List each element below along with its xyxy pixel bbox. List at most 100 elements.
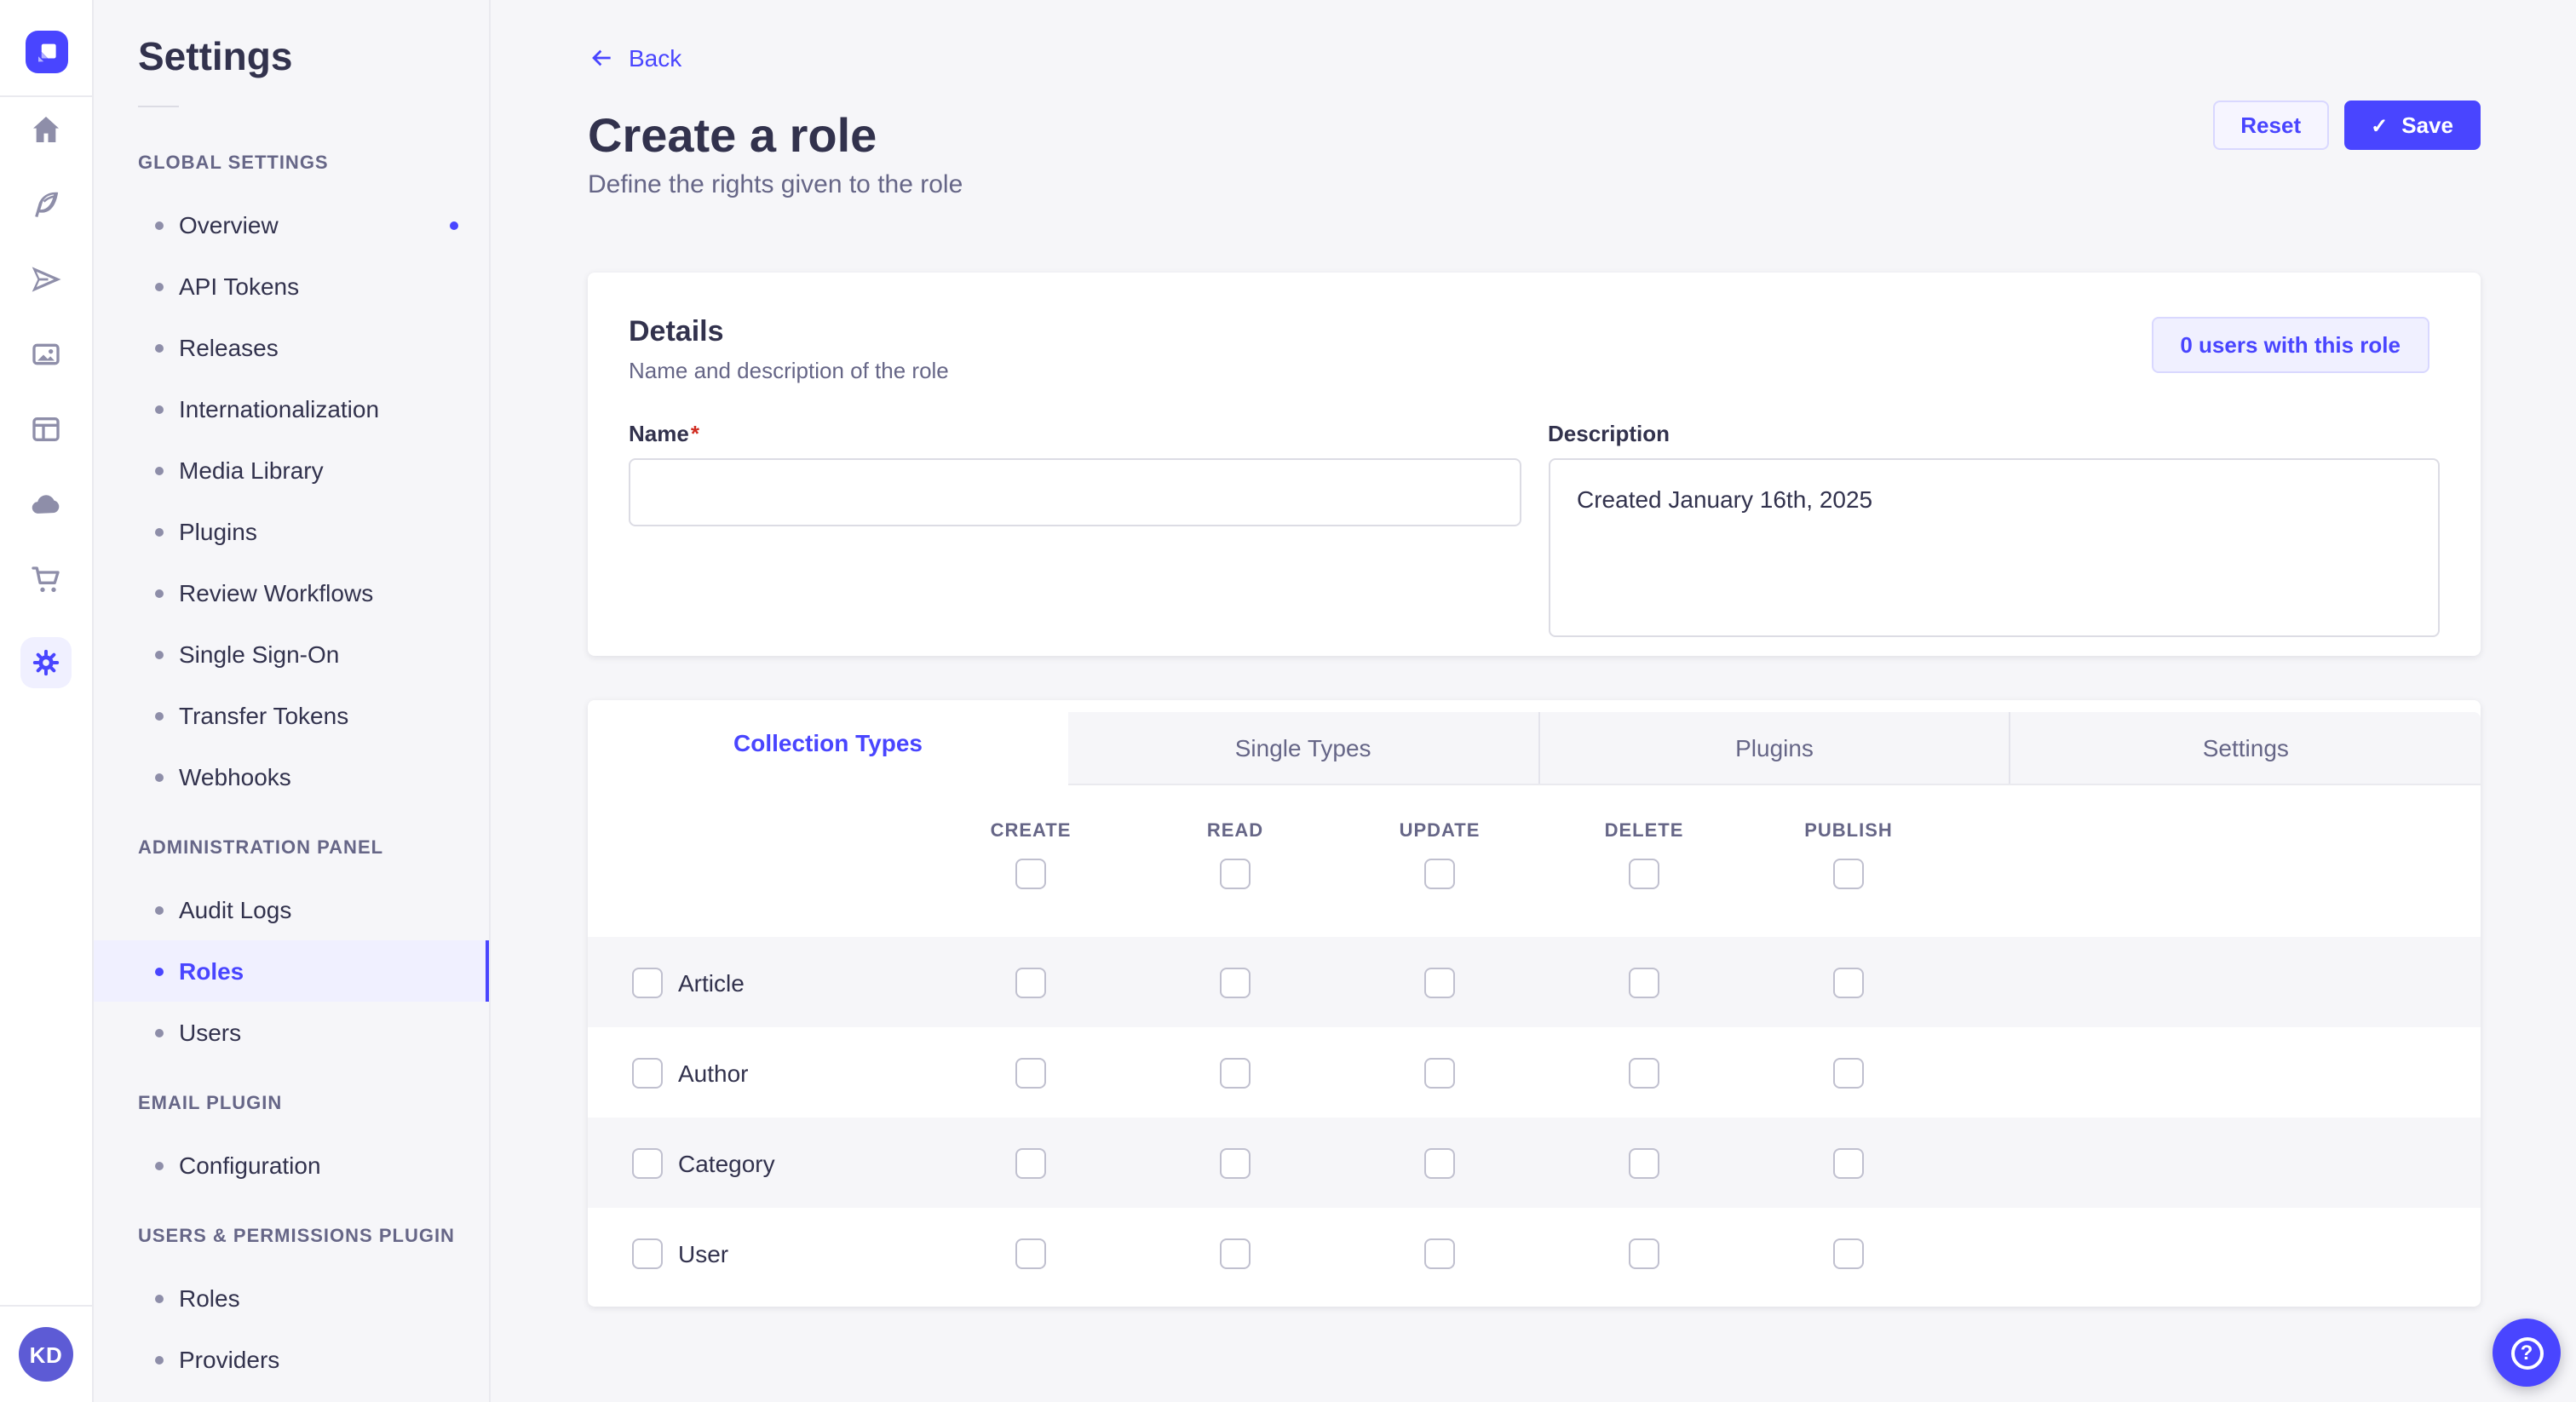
permissions-tabs: Collection Types Single Types Plugins Se… bbox=[588, 700, 2481, 785]
strapi-admin-app: KD Settings GLOBAL SETTINGS Overview API… bbox=[0, 0, 2576, 1402]
icon-rail: KD bbox=[0, 0, 94, 1402]
rail-divider bbox=[0, 95, 92, 97]
sidebar-item-webhooks[interactable]: Webhooks bbox=[94, 746, 489, 807]
row-select-checkbox[interactable] bbox=[632, 1238, 663, 1268]
select-all-publish-checkbox[interactable] bbox=[1833, 859, 1864, 889]
details-card: Details Name and description of the role… bbox=[588, 273, 2481, 656]
table-row-author: Author bbox=[588, 1027, 2481, 1118]
column-header-create: CREATE bbox=[929, 821, 1133, 842]
page-title: Create a role bbox=[588, 107, 2481, 165]
permissions-table-body: Article Author bbox=[588, 937, 2481, 1298]
tab-settings[interactable]: Settings bbox=[2010, 712, 2481, 784]
category-publish-checkbox[interactable] bbox=[1833, 1147, 1864, 1178]
sidebar-item-internationalization[interactable]: Internationalization bbox=[94, 378, 489, 440]
article-publish-checkbox[interactable] bbox=[1833, 967, 1864, 997]
author-delete-checkbox[interactable] bbox=[1629, 1057, 1659, 1088]
category-read-checkbox[interactable] bbox=[1220, 1147, 1251, 1178]
name-input[interactable] bbox=[629, 458, 1521, 526]
media-library-icon[interactable] bbox=[28, 337, 62, 371]
row-select-checkbox[interactable] bbox=[632, 1057, 663, 1088]
page-subtitle: Define the rights given to the role bbox=[588, 169, 2481, 203]
cloud-icon[interactable] bbox=[28, 487, 62, 521]
row-select-checkbox[interactable] bbox=[632, 1147, 663, 1178]
row-label: Author bbox=[678, 1059, 749, 1086]
feather-icon[interactable] bbox=[28, 187, 62, 221]
help-button[interactable]: ? bbox=[2493, 1319, 2561, 1387]
column-header-delete: DELETE bbox=[1542, 821, 1746, 842]
author-read-checkbox[interactable] bbox=[1220, 1057, 1251, 1088]
select-all-update-checkbox[interactable] bbox=[1424, 859, 1455, 889]
user-read-checkbox[interactable] bbox=[1220, 1238, 1251, 1268]
sidebar-item-users[interactable]: Users bbox=[94, 1002, 489, 1063]
rail-divider bbox=[0, 1305, 92, 1307]
settings-gear-icon[interactable] bbox=[20, 637, 71, 688]
sidebar-item-configuration[interactable]: Configuration bbox=[94, 1135, 489, 1196]
author-update-checkbox[interactable] bbox=[1424, 1057, 1455, 1088]
sidebar-item-media-library[interactable]: Media Library bbox=[94, 440, 489, 501]
sidebar-item-roles-admin[interactable]: Roles bbox=[94, 940, 489, 1002]
sidebar-item-roles-up[interactable]: Roles bbox=[94, 1267, 489, 1329]
arrow-left-icon bbox=[588, 44, 615, 72]
sidebar-item-overview[interactable]: Overview bbox=[94, 194, 489, 256]
row-select-checkbox[interactable] bbox=[632, 967, 663, 997]
strapi-logo-icon[interactable] bbox=[26, 31, 68, 73]
layout-icon[interactable] bbox=[28, 412, 62, 446]
article-read-checkbox[interactable] bbox=[1220, 967, 1251, 997]
reset-button[interactable]: Reset bbox=[2213, 101, 2328, 150]
bullet-icon bbox=[155, 1355, 164, 1364]
description-textarea[interactable]: Created January 16th, 2025 bbox=[1548, 458, 2440, 637]
tab-single-types[interactable]: Single Types bbox=[1068, 712, 1538, 784]
table-row-article: Article bbox=[588, 937, 2481, 1027]
sidebar-item-plugins[interactable]: Plugins bbox=[94, 501, 489, 562]
bullet-icon bbox=[155, 221, 164, 229]
category-delete-checkbox[interactable] bbox=[1629, 1147, 1659, 1178]
author-create-checkbox[interactable] bbox=[1015, 1057, 1046, 1088]
bullet-icon bbox=[155, 527, 164, 536]
author-publish-checkbox[interactable] bbox=[1833, 1057, 1864, 1088]
bullet-icon bbox=[155, 1161, 164, 1169]
select-all-delete-checkbox[interactable] bbox=[1629, 859, 1659, 889]
sidebar-item-review-workflows[interactable]: Review Workflows bbox=[94, 562, 489, 623]
user-publish-checkbox[interactable] bbox=[1833, 1238, 1864, 1268]
row-label: User bbox=[678, 1239, 728, 1267]
sidebar-item-transfer-tokens[interactable]: Transfer Tokens bbox=[94, 685, 489, 746]
name-field-group: Name* bbox=[629, 419, 1521, 646]
tab-collection-types[interactable]: Collection Types bbox=[588, 700, 1068, 785]
user-update-checkbox[interactable] bbox=[1424, 1238, 1455, 1268]
user-delete-checkbox[interactable] bbox=[1629, 1238, 1659, 1268]
main-content: Back Create a role Define the rights giv… bbox=[491, 0, 2576, 1402]
article-create-checkbox[interactable] bbox=[1015, 967, 1046, 997]
bullet-icon bbox=[155, 905, 164, 914]
sidebar-item-api-tokens[interactable]: API Tokens bbox=[94, 256, 489, 317]
avatar[interactable]: KD bbox=[19, 1327, 73, 1382]
sidebar-title: Settings bbox=[138, 31, 489, 82]
back-link[interactable]: Back bbox=[588, 41, 681, 75]
sidebar-item-single-sign-on[interactable]: Single Sign-On bbox=[94, 623, 489, 685]
permissions-card: Collection Types Single Types Plugins Se… bbox=[588, 700, 2481, 1307]
category-create-checkbox[interactable] bbox=[1015, 1147, 1046, 1178]
bullet-icon bbox=[155, 405, 164, 413]
article-update-checkbox[interactable] bbox=[1424, 967, 1455, 997]
category-update-checkbox[interactable] bbox=[1424, 1147, 1455, 1178]
sidebar-item-releases[interactable]: Releases bbox=[94, 317, 489, 378]
column-header-read: READ bbox=[1133, 821, 1337, 842]
home-icon[interactable] bbox=[28, 112, 62, 147]
bullet-icon bbox=[155, 1294, 164, 1302]
tab-plugins[interactable]: Plugins bbox=[1538, 712, 2009, 784]
user-create-checkbox[interactable] bbox=[1015, 1238, 1046, 1268]
section-users-permissions-plugin: USERS & PERMISSIONS PLUGIN bbox=[138, 1223, 489, 1250]
column-header-publish: PUBLISH bbox=[1746, 821, 1951, 842]
save-button[interactable]: ✓ Save bbox=[2343, 101, 2481, 150]
bullet-icon bbox=[155, 589, 164, 597]
settings-sidebar: Settings GLOBAL SETTINGS Overview API To… bbox=[94, 0, 491, 1402]
article-delete-checkbox[interactable] bbox=[1629, 967, 1659, 997]
sidebar-item-providers[interactable]: Providers bbox=[94, 1329, 489, 1390]
table-row-category: Category bbox=[588, 1118, 2481, 1208]
bullet-icon bbox=[155, 967, 164, 975]
select-all-read-checkbox[interactable] bbox=[1220, 859, 1251, 889]
sidebar-item-audit-logs[interactable]: Audit Logs bbox=[94, 879, 489, 940]
users-with-role-button[interactable]: 0 users with this role bbox=[2151, 317, 2429, 373]
cart-icon[interactable] bbox=[28, 562, 62, 596]
select-all-create-checkbox[interactable] bbox=[1015, 859, 1046, 889]
paper-plane-icon[interactable] bbox=[28, 262, 62, 296]
